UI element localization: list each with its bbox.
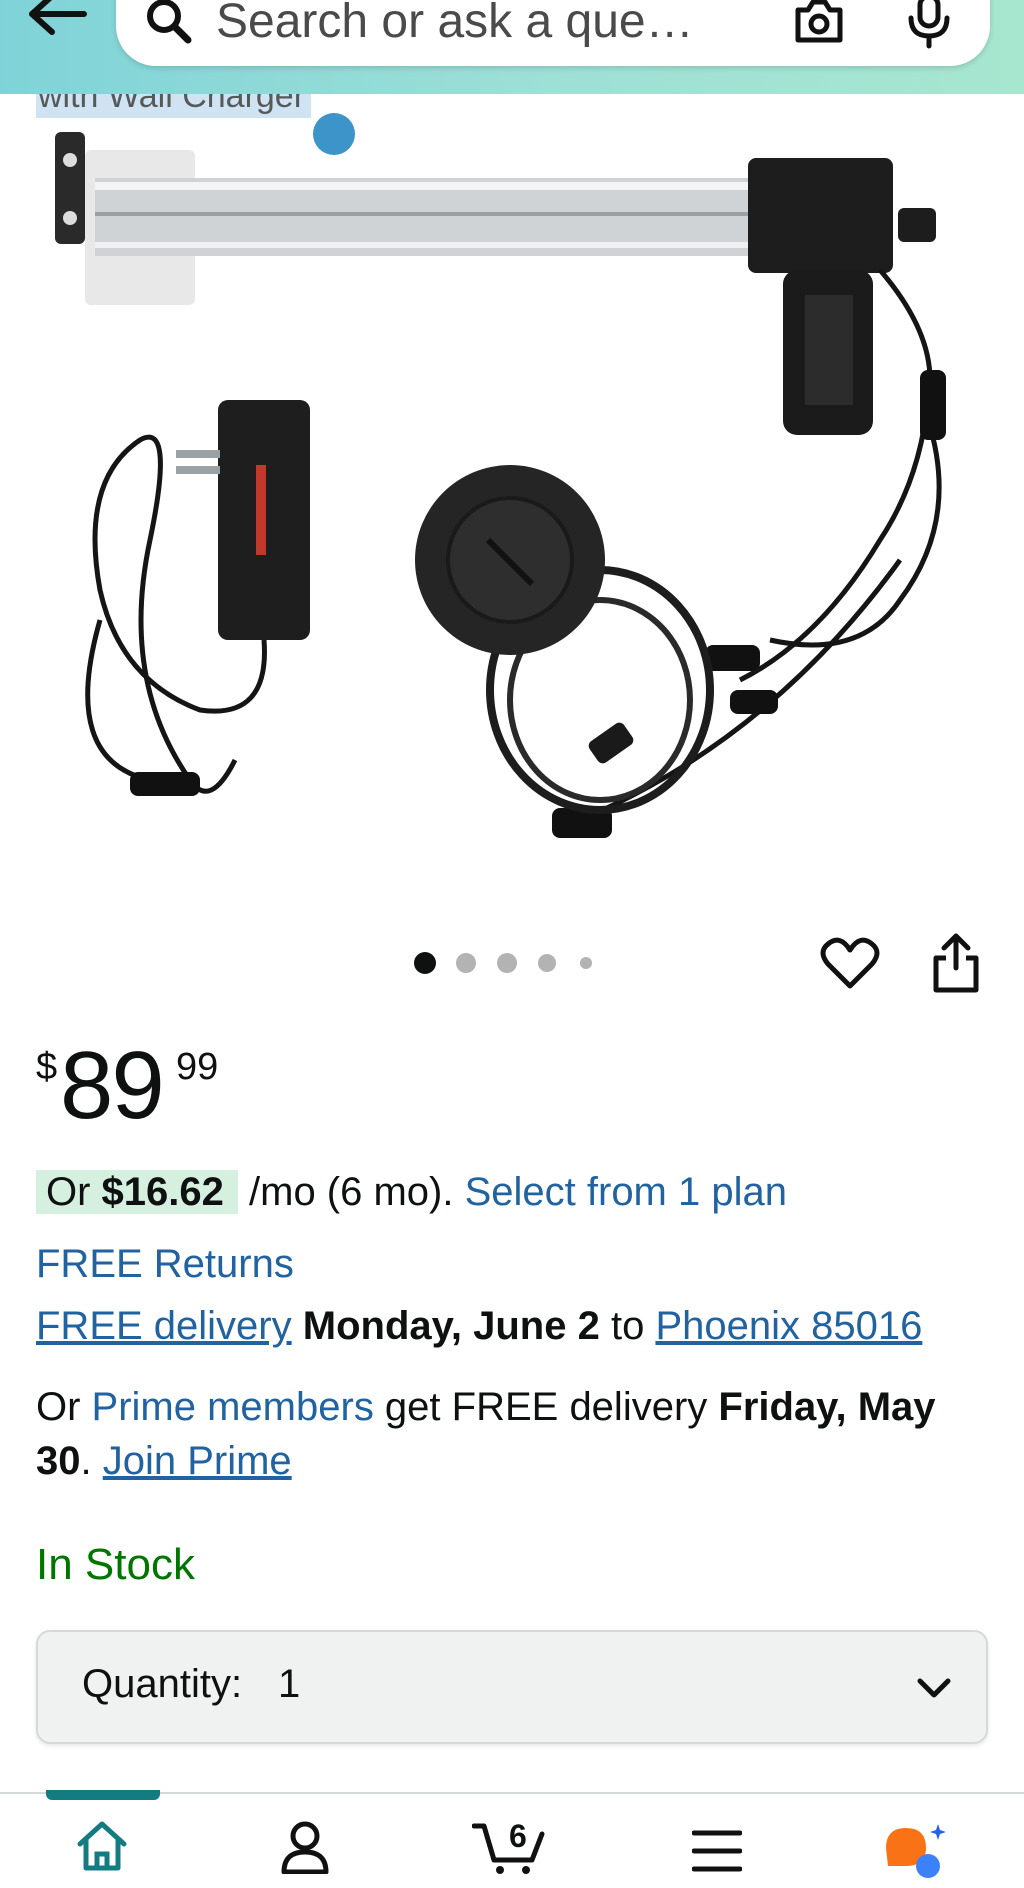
delivery-date: Monday, June 2 bbox=[302, 1304, 600, 1348]
product-image[interactable] bbox=[0, 120, 1024, 880]
delivery-info: FREE delivery Monday, June 2 to Phoenix … bbox=[36, 1298, 922, 1354]
quantity-value: 1 bbox=[278, 1662, 301, 1706]
back-arrow-icon[interactable] bbox=[24, 0, 94, 52]
camera-icon[interactable] bbox=[792, 0, 846, 46]
stock-status: In Stock bbox=[36, 1540, 195, 1589]
carousel-dot[interactable] bbox=[538, 954, 556, 972]
nav-active-indicator bbox=[46, 1790, 160, 1800]
share-icon[interactable] bbox=[930, 932, 982, 994]
search-input[interactable]: Search or ask a que… bbox=[116, 0, 990, 66]
prime-period: . bbox=[80, 1439, 103, 1483]
header-bar: Search or ask a que… bbox=[0, 0, 1024, 94]
home-icon[interactable] bbox=[76, 1820, 128, 1872]
microphone-icon[interactable] bbox=[906, 0, 952, 50]
prime-middle-text: get FREE delivery bbox=[373, 1385, 719, 1429]
text-selection-handle[interactable] bbox=[313, 113, 355, 155]
price-whole: 89 bbox=[60, 1032, 165, 1139]
carousel-dot[interactable] bbox=[456, 953, 476, 973]
cart-count-badge: 6 bbox=[509, 1818, 527, 1854]
installment-term: /mo (6 mo). bbox=[237, 1170, 465, 1214]
prime-members-link[interactable]: Prime members bbox=[92, 1385, 374, 1429]
rufus-ai-icon[interactable] bbox=[882, 1820, 948, 1880]
installment-amount: $16.62 bbox=[101, 1170, 224, 1214]
search-placeholder: Search or ask a que… bbox=[216, 0, 694, 48]
quantity-select[interactable]: Quantity: 1 bbox=[36, 1630, 988, 1744]
delivery-location-link[interactable]: Phoenix 85016 bbox=[655, 1304, 922, 1348]
carousel-dot[interactable] bbox=[414, 952, 436, 974]
carousel-dot[interactable] bbox=[497, 953, 517, 973]
select-plan-link[interactable]: Select from 1 plan bbox=[465, 1170, 787, 1214]
prime-delivery-info: Or Prime members get FREE delivery Frida… bbox=[36, 1380, 996, 1488]
price-fraction: 99 bbox=[176, 1046, 219, 1088]
installment-offer: Or $16.62 /mo (6 mo). Select from 1 plan bbox=[36, 1164, 787, 1220]
installment-amount-pill: Or $16.62 bbox=[36, 1170, 238, 1214]
price-currency-symbol: $ bbox=[36, 1046, 58, 1088]
prime-prefix: Or bbox=[36, 1385, 92, 1429]
chevron-down-icon bbox=[917, 1678, 951, 1698]
menu-icon[interactable] bbox=[692, 1828, 742, 1874]
quantity-label: Quantity: bbox=[82, 1662, 243, 1706]
heart-icon[interactable] bbox=[820, 936, 880, 992]
search-icon bbox=[147, 0, 192, 44]
free-delivery-link[interactable]: FREE delivery bbox=[36, 1304, 292, 1348]
installment-prefix: Or bbox=[46, 1170, 102, 1214]
carousel-dot[interactable] bbox=[580, 957, 592, 969]
delivery-to: to bbox=[599, 1304, 656, 1348]
account-icon[interactable] bbox=[280, 1820, 330, 1874]
join-prime-link[interactable]: Join Prime bbox=[103, 1439, 292, 1483]
free-returns-link[interactable]: FREE Returns bbox=[36, 1236, 294, 1292]
